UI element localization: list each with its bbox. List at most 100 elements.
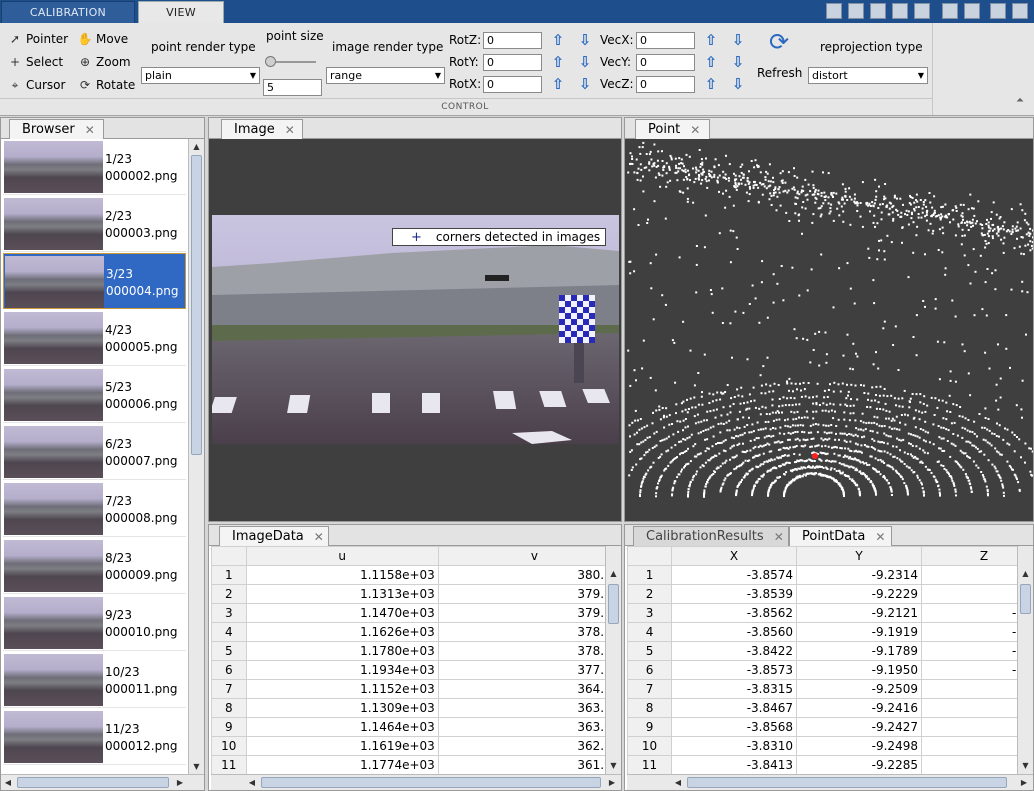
table-row[interactable]: 11.1158e+03380.335 — [211, 565, 605, 585]
refresh-button[interactable]: Refresh — [757, 66, 802, 80]
cursor-button[interactable]: ⌖ Cursor — [8, 76, 66, 94]
tab-view[interactable]: VIEW — [138, 1, 224, 23]
browser-hscrollbar[interactable]: ◀ ▶ — [1, 774, 204, 790]
scroll-left-icon[interactable]: ◀ — [245, 775, 259, 790]
cell-u[interactable]: 1.1152e+03 — [245, 679, 439, 699]
cell-v[interactable]: 362.579 — [437, 736, 605, 756]
window-icon[interactable] — [1012, 3, 1028, 19]
rotx-up-icon[interactable]: ⇧ — [550, 75, 566, 93]
close-icon[interactable]: ✕ — [875, 530, 885, 544]
table-row[interactable]: 8-3.8467-9.24160.18 — [627, 698, 1017, 718]
layout-icon[interactable] — [990, 3, 1006, 19]
table-row[interactable]: 111.1774e+03361.972 — [211, 755, 605, 774]
tab-calibration[interactable]: CALIBRATION — [1, 1, 135, 23]
vecy-up-icon[interactable]: ⇧ — [703, 53, 719, 71]
cell-y[interactable]: -9.2427 — [796, 717, 922, 737]
rotz-down-icon[interactable]: ⇩ — [577, 31, 593, 49]
scroll-down-icon[interactable]: ▼ — [606, 758, 621, 772]
cell-v[interactable]: 378.310 — [437, 641, 605, 661]
cell-x[interactable]: -3.8310 — [671, 736, 798, 756]
cell-x[interactable]: -3.8568 — [671, 717, 798, 737]
cell-y[interactable]: -9.2121 — [796, 603, 922, 623]
copy-icon[interactable] — [892, 3, 908, 19]
reprojection-select[interactable]: distort ▼ — [808, 67, 928, 84]
cell-z[interactable]: 0.24 — [920, 679, 1017, 699]
roty-down-icon[interactable]: ⇩ — [577, 53, 593, 71]
tab-browser[interactable]: Browser ✕ — [9, 119, 104, 139]
imagedata-hscrollbar[interactable]: ◀ ▶ — [211, 774, 621, 790]
cell-y[interactable]: -9.1919 — [796, 622, 922, 642]
close-icon[interactable]: ✕ — [314, 530, 324, 544]
vecz-up-icon[interactable]: ⇧ — [703, 75, 719, 93]
cell-x[interactable]: -3.8413 — [671, 755, 798, 774]
help-search-icon[interactable] — [826, 3, 842, 19]
table-row[interactable]: 7-3.8315-9.25090.24 — [627, 679, 1017, 699]
cell-u[interactable]: 1.1934e+03 — [245, 660, 439, 680]
scroll-thumb[interactable] — [17, 777, 169, 788]
select-button[interactable]: + Select — [8, 53, 63, 71]
browser-item[interactable]: 1/23 000002.png — [3, 139, 186, 195]
tab-image[interactable]: Image ✕ — [221, 119, 303, 139]
cell-z[interactable]: 0.01 — [920, 755, 1017, 774]
cell-z[interactable]: 0.07 — [920, 736, 1017, 756]
table-row[interactable]: 21.1313e+03379.896 — [211, 584, 605, 604]
browser-item[interactable]: 11/23 000012.png — [3, 709, 186, 765]
table-row[interactable]: 5-3.8422-9.1789-0.51 — [627, 641, 1017, 661]
imagedata-vscrollbar[interactable]: ▲ ▼ — [605, 546, 621, 774]
close-icon[interactable]: ✕ — [285, 123, 295, 137]
table-row[interactable]: 3-3.8562-9.2121-0.16 — [627, 603, 1017, 623]
cell-u[interactable]: 1.1774e+03 — [245, 755, 439, 774]
table-row[interactable]: 71.1152e+03364.106 — [211, 679, 605, 699]
cell-x[interactable]: -3.8467 — [671, 698, 798, 718]
browser-item[interactable]: 6/23 000007.png — [3, 424, 186, 480]
browser-item[interactable]: 3/23 000004.png — [3, 253, 186, 309]
browser-item[interactable]: 5/23 000006.png — [3, 367, 186, 423]
cell-v[interactable]: 364.106 — [437, 679, 605, 699]
cell-u[interactable]: 1.1313e+03 — [245, 584, 439, 604]
close-icon[interactable]: ✕ — [85, 123, 95, 137]
pointer-button[interactable]: ➚ Pointer — [8, 30, 68, 48]
scroll-left-icon[interactable]: ◀ — [671, 775, 685, 790]
move-button[interactable]: ✋ Move — [78, 30, 129, 48]
rotx-input[interactable]: 0 — [483, 76, 542, 93]
cell-y[interactable]: -9.2416 — [796, 698, 922, 718]
cell-y[interactable]: -9.2229 — [796, 584, 922, 604]
cell-u[interactable]: 1.1464e+03 — [245, 717, 439, 737]
vecz-down-icon[interactable]: ⇩ — [730, 75, 746, 93]
scroll-right-icon[interactable]: ▶ — [605, 775, 619, 790]
zoom-button[interactable]: ⊕ Zoom — [78, 53, 131, 71]
pointdata-hscrollbar[interactable]: ◀ ▶ — [627, 774, 1033, 790]
cell-v[interactable]: 361.972 — [437, 755, 605, 774]
save-icon[interactable] — [848, 3, 864, 19]
scroll-up-icon[interactable]: ▲ — [606, 566, 621, 580]
scroll-down-icon[interactable]: ▼ — [189, 759, 204, 773]
vecy-input[interactable]: 0 — [636, 54, 695, 71]
tab-calibration-results[interactable]: CalibrationResults ✕ — [633, 526, 789, 546]
scroll-thumb[interactable] — [608, 584, 619, 624]
tab-pointdata[interactable]: PointData ✕ — [789, 526, 892, 546]
calibration-image[interactable] — [212, 215, 619, 444]
vecx-up-icon[interactable]: ⇧ — [703, 31, 719, 49]
cell-z[interactable]: -0.51 — [920, 641, 1017, 661]
scroll-left-icon[interactable]: ◀ — [1, 775, 15, 790]
scroll-right-icon[interactable]: ▶ — [1017, 775, 1031, 790]
cell-x[interactable]: -3.8422 — [671, 641, 798, 661]
table-row[interactable]: 10-3.8310-9.24980.07 — [627, 736, 1017, 756]
vecx-down-icon[interactable]: ⇩ — [730, 31, 746, 49]
point-cloud-plot[interactable] — [627, 140, 1033, 520]
table-row[interactable]: 6-3.8573-9.1950-0.57 — [627, 660, 1017, 680]
table-row[interactable]: 61.1934e+03377.826 — [211, 660, 605, 680]
slider-thumb[interactable] — [265, 56, 276, 67]
cell-z[interactable]: 0.07 — [920, 584, 1017, 604]
vecy-down-icon[interactable]: ⇩ — [730, 53, 746, 71]
table-row[interactable]: 4-3.8560-9.1919-0.40 — [627, 622, 1017, 642]
scroll-thumb[interactable] — [191, 155, 202, 455]
cell-y[interactable]: -9.1950 — [796, 660, 922, 680]
cell-x[interactable]: -3.8562 — [671, 603, 798, 623]
cell-u[interactable]: 1.1780e+03 — [245, 641, 439, 661]
close-icon[interactable]: ✕ — [690, 123, 700, 137]
rotate-button[interactable]: ⟳ Rotate — [78, 76, 135, 94]
column-header-y[interactable]: Y — [796, 546, 922, 566]
cell-v[interactable]: 379.896 — [437, 584, 605, 604]
browser-item[interactable]: 4/23 000005.png — [3, 310, 186, 366]
